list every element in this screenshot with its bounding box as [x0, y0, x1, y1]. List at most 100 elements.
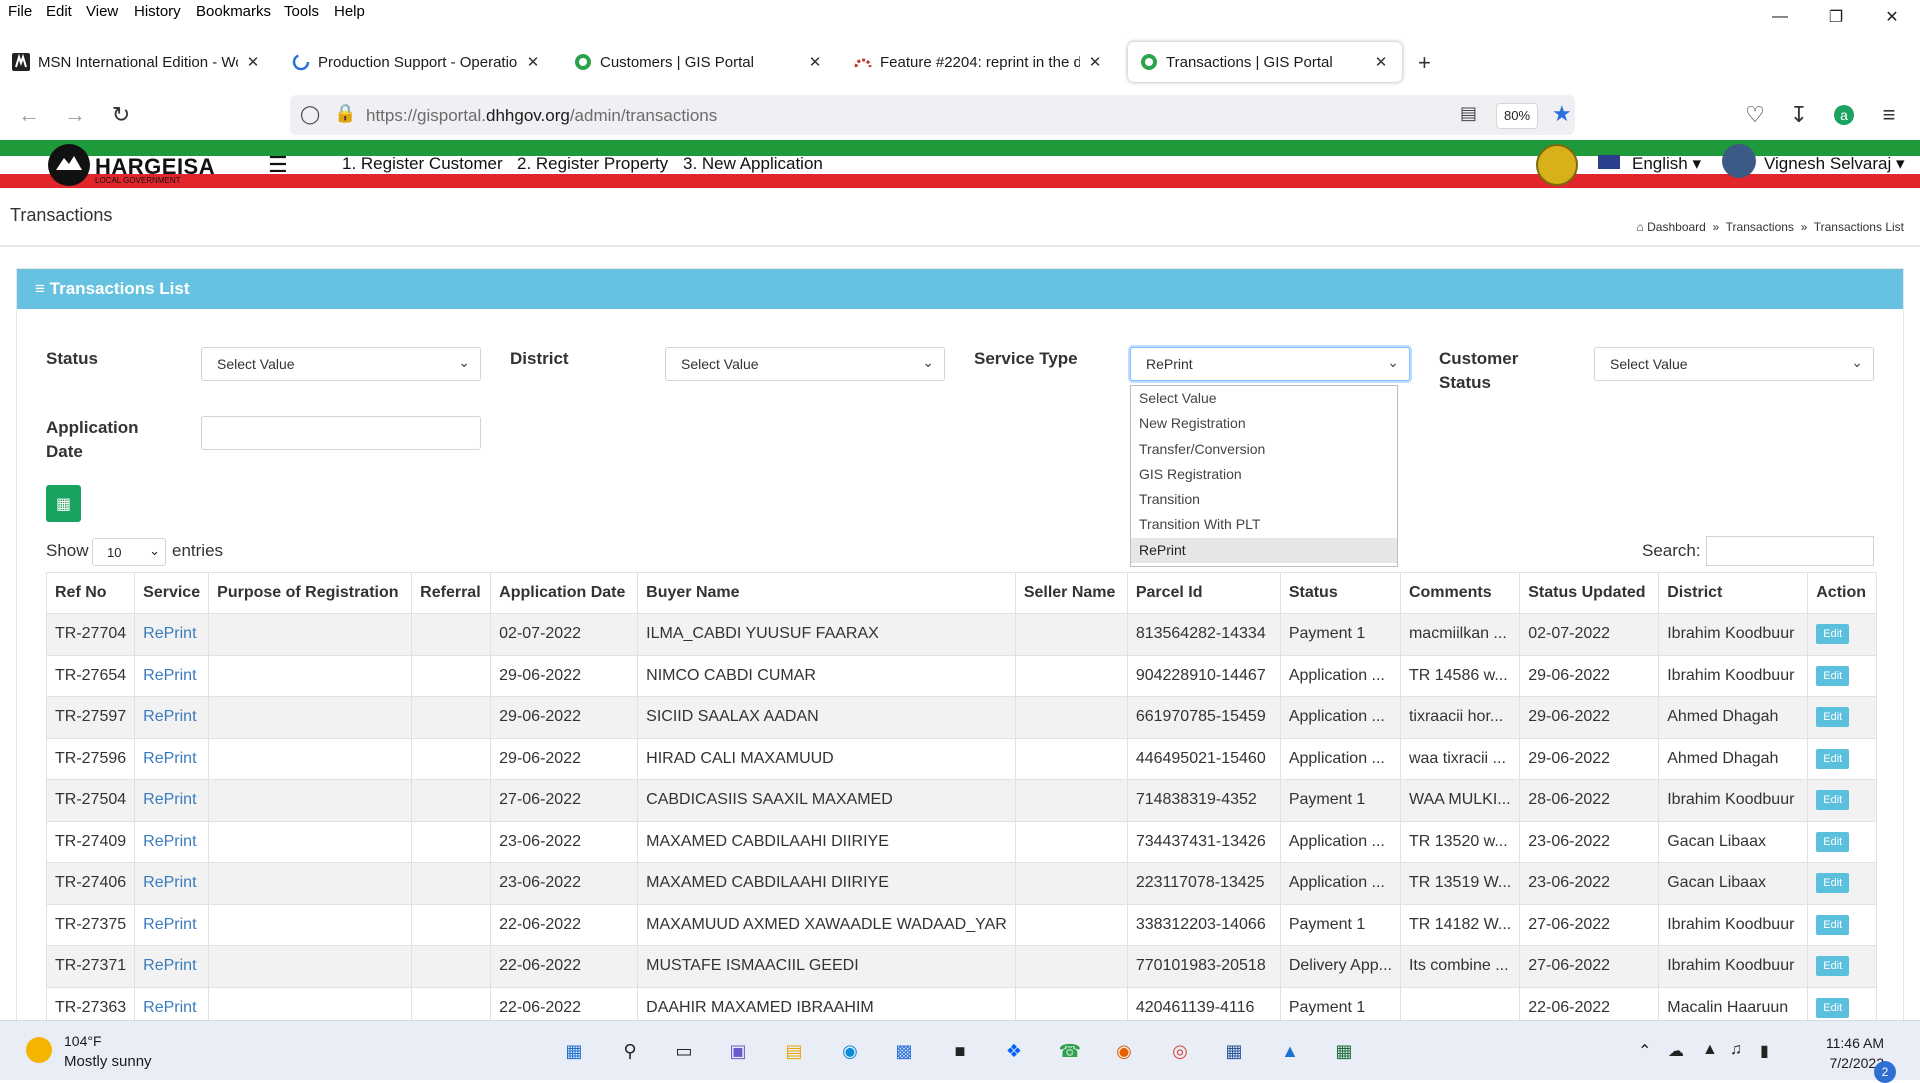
edit-button[interactable]: Edit: [1816, 956, 1850, 977]
edit-button[interactable]: Edit: [1816, 831, 1850, 852]
word-icon[interactable]: ▦: [1218, 1035, 1250, 1067]
download-icon[interactable]: ↧: [1784, 100, 1814, 130]
tab-production-support[interactable]: Production Support - Operation ✕: [280, 42, 554, 82]
dropdown-option[interactable]: Transition With PLT: [1131, 512, 1397, 537]
close-tab-icon[interactable]: ✕: [1086, 53, 1104, 71]
cell-service[interactable]: RePrint: [134, 654, 210, 697]
nav-new-application[interactable]: 3. New Application: [683, 154, 823, 174]
app-menu-icon[interactable]: ≡: [1874, 100, 1904, 130]
column-header[interactable]: Buyer Name: [637, 572, 1016, 614]
edit-button[interactable]: Edit: [1816, 997, 1850, 1018]
close-tab-icon[interactable]: ✕: [244, 53, 262, 71]
dropdown-option[interactable]: GIS Registration: [1131, 462, 1397, 487]
cell-service[interactable]: RePrint: [134, 737, 210, 780]
dropbox-icon[interactable]: ❖: [998, 1035, 1030, 1067]
column-header[interactable]: Referral: [411, 572, 492, 614]
chevron-up-icon[interactable]: ⌃: [1638, 1041, 1651, 1061]
shield-icon[interactable]: ◯: [300, 104, 320, 125]
menu-view[interactable]: View: [86, 3, 118, 20]
forward-icon[interactable]: →: [60, 100, 90, 130]
menu-edit[interactable]: Edit: [46, 3, 72, 20]
dropdown-option-selected[interactable]: RePrint: [1131, 537, 1397, 564]
file-explorer-icon[interactable]: ▤: [778, 1035, 810, 1067]
cell-service[interactable]: RePrint: [134, 696, 210, 739]
column-header[interactable]: Ref No: [45, 572, 136, 614]
reader-view-icon[interactable]: ▤: [1460, 103, 1477, 124]
column-header[interactable]: Service: [134, 572, 210, 614]
battery-icon[interactable]: ▮: [1760, 1041, 1769, 1061]
extension-icon[interactable]: a: [1829, 100, 1859, 130]
store-icon[interactable]: ▩: [888, 1035, 920, 1067]
tab-transactions[interactable]: Transactions | GIS Portal ✕: [1128, 42, 1402, 82]
menu-tools[interactable]: Tools: [284, 3, 319, 20]
menu-help[interactable]: Help: [334, 3, 365, 20]
breadcrumb-dashboard[interactable]: Dashboard: [1647, 220, 1706, 234]
reload-icon[interactable]: ↻: [106, 100, 136, 130]
tab-feature[interactable]: Feature #2204: reprint in the dro ✕: [842, 42, 1116, 82]
column-header[interactable]: District: [1658, 572, 1809, 614]
avatar[interactable]: [1722, 144, 1756, 178]
edit-button[interactable]: Edit: [1816, 624, 1850, 645]
tab-customers[interactable]: Customers | GIS Portal ✕: [562, 42, 836, 82]
menu-bookmarks[interactable]: Bookmarks: [196, 3, 271, 20]
wifi-icon[interactable]: ▲: [1702, 1041, 1718, 1059]
breadcrumb-transactions[interactable]: Transactions: [1726, 220, 1794, 234]
edit-button[interactable]: Edit: [1816, 665, 1850, 686]
restore-icon[interactable]: ❐: [1808, 0, 1864, 34]
nav-register-customer[interactable]: 1. Register Customer: [342, 154, 503, 174]
edit-button[interactable]: Edit: [1816, 914, 1850, 935]
column-header[interactable]: Action: [1807, 572, 1878, 614]
search-icon[interactable]: ⚲: [614, 1035, 646, 1067]
column-header[interactable]: Status Updated: [1519, 572, 1660, 614]
menu-history[interactable]: History: [134, 3, 181, 20]
task-view-icon[interactable]: ▭: [668, 1035, 700, 1067]
export-excel-button[interactable]: ▦: [46, 485, 81, 522]
cell-service[interactable]: RePrint: [134, 903, 210, 946]
edit-button[interactable]: Edit: [1816, 873, 1850, 894]
edge-icon[interactable]: ◉: [834, 1035, 866, 1067]
chrome-icon[interactable]: ◎: [1164, 1035, 1196, 1067]
new-tab-icon[interactable]: +: [1418, 50, 1431, 76]
lock-icon[interactable]: 🔒: [334, 103, 356, 124]
cell-service[interactable]: RePrint: [134, 779, 210, 822]
excel-app-icon[interactable]: ▦: [1328, 1035, 1360, 1067]
clock[interactable]: 11:46 AM 7/2/2022: [1806, 1033, 1884, 1073]
nav-register-property[interactable]: 2. Register Property: [517, 154, 668, 174]
application-date-input[interactable]: [201, 416, 481, 450]
address-bar[interactable]: ◯ 🔒 https://gisportal.dhhgov.org/admin/t…: [290, 95, 1575, 135]
pocket-icon[interactable]: ♡: [1740, 100, 1770, 130]
cell-service[interactable]: RePrint: [134, 862, 210, 905]
district-filter-select[interactable]: Select Value ⌄: [665, 347, 945, 381]
back-icon[interactable]: ←: [14, 100, 44, 130]
onedrive-icon[interactable]: ☁: [1668, 1041, 1684, 1061]
column-header[interactable]: Comments: [1399, 572, 1521, 614]
language-selector[interactable]: English ▾: [1632, 154, 1701, 174]
column-header[interactable]: Status: [1279, 572, 1401, 614]
amazon-icon[interactable]: ■: [944, 1035, 976, 1067]
cell-service[interactable]: RePrint: [134, 613, 210, 656]
tab-msn[interactable]: MSN International Edition - Wo ✕: [0, 42, 274, 82]
hargeisa-logo-icon[interactable]: [48, 144, 90, 186]
chat-icon[interactable]: ▣: [722, 1035, 754, 1067]
volume-icon[interactable]: ♫: [1730, 1041, 1742, 1059]
entries-select[interactable]: 10 ⌄: [92, 538, 166, 566]
dropdown-option[interactable]: Transfer/Conversion: [1131, 437, 1397, 462]
whatsapp-icon[interactable]: ☎: [1054, 1035, 1086, 1067]
edit-button[interactable]: Edit: [1816, 748, 1850, 769]
column-header[interactable]: Application Date: [490, 572, 639, 614]
start-icon[interactable]: ▦: [558, 1035, 590, 1067]
close-window-icon[interactable]: ✕: [1864, 0, 1920, 34]
weather-description[interactable]: Mostly sunny: [64, 1053, 152, 1070]
dropdown-option[interactable]: Transition: [1131, 487, 1397, 512]
minimize-icon[interactable]: —: [1752, 0, 1808, 34]
dropdown-option[interactable]: Select Value: [1131, 386, 1397, 411]
menu-file[interactable]: File: [8, 3, 32, 20]
close-tab-icon[interactable]: ✕: [1372, 53, 1390, 71]
hamburger-icon[interactable]: ☰: [268, 152, 288, 178]
weather-temperature[interactable]: 104°F: [64, 1033, 102, 1049]
column-header[interactable]: Purpose of Registration: [208, 572, 413, 614]
bookmark-star-icon[interactable]: ★: [1552, 101, 1572, 127]
close-tab-icon[interactable]: ✕: [806, 53, 824, 71]
column-header[interactable]: Seller Name: [1014, 572, 1128, 614]
dropdown-option[interactable]: New Registration: [1131, 411, 1397, 436]
